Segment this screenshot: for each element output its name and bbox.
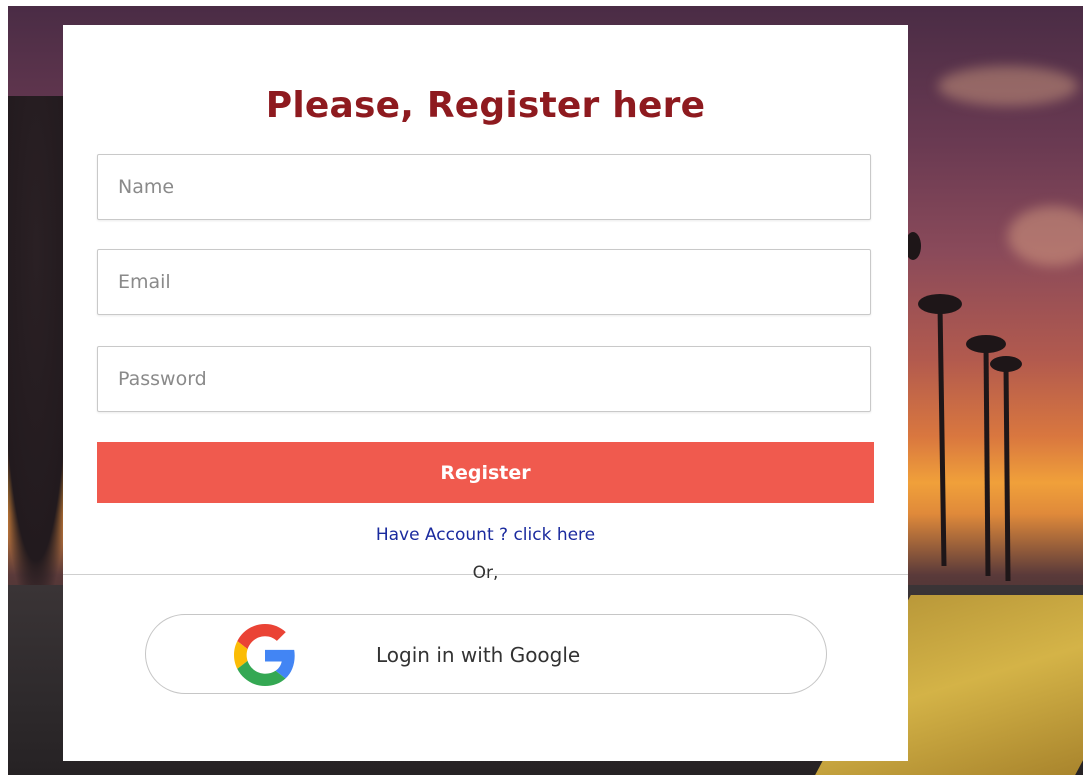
or-separator: Or, (472, 563, 499, 583)
name-input[interactable] (97, 154, 871, 220)
register-button[interactable]: Register (97, 442, 874, 503)
google-g-icon (234, 624, 295, 686)
have-account-link[interactable]: Have Account ? click here (63, 525, 908, 545)
google-login-button[interactable]: Login in with Google (145, 614, 827, 694)
google-login-label: Login in with Google (376, 643, 581, 667)
register-card: Please, Register here Register Have Acco… (63, 25, 908, 761)
page-title: Please, Register here (265, 85, 706, 126)
password-input[interactable] (97, 346, 871, 412)
email-input[interactable] (97, 249, 871, 315)
